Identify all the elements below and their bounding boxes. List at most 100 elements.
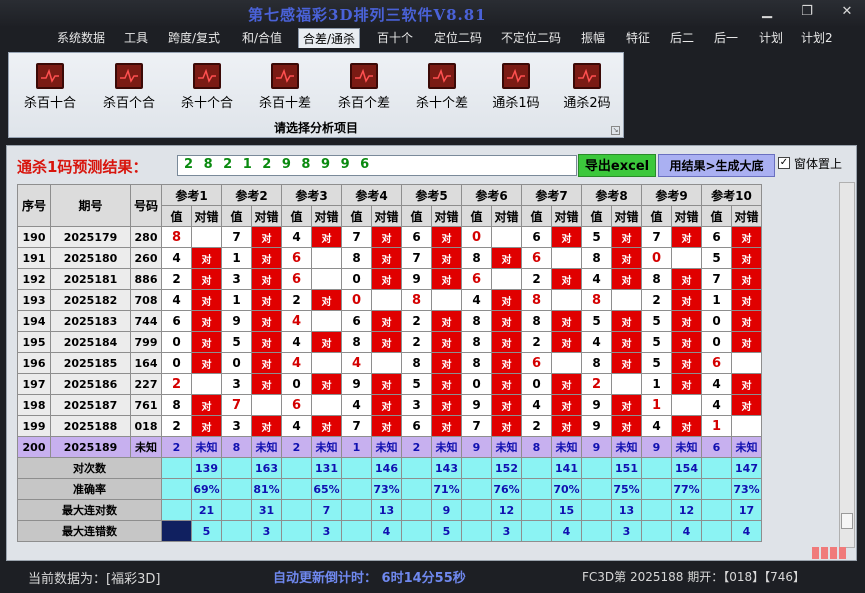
menu-hundreds-tens-units[interactable]: 百十个 [373, 28, 417, 48]
analysis-panel: 通杀1码预测结果： 2 8 2 1 2 9 8 9 9 6 导出excel 用结… [6, 145, 857, 561]
ref-value-cell: 2 [641, 289, 672, 311]
stats-value: 21 [191, 499, 222, 521]
stats-spacer [641, 520, 672, 542]
col-header-ref-5[interactable]: 参考5 [401, 184, 462, 206]
generate-base-button[interactable]: 用结果>生成大底 [658, 154, 775, 177]
menu-positional-two[interactable]: 定位二码 [430, 28, 486, 48]
minimize-icon[interactable]: ▁ [756, 4, 778, 20]
stats-value: 151 [611, 457, 642, 479]
scrollbar-thumb[interactable] [841, 513, 853, 529]
ref-result-cell: 对 [551, 310, 582, 332]
menu-system-data[interactable]: 系统数据 [53, 28, 109, 48]
ref-result-cell: 对 [191, 310, 222, 332]
chart-icon [428, 63, 456, 89]
menu-last-one[interactable]: 后一 [710, 28, 742, 48]
col-header-ref-1[interactable]: 参考1 [161, 184, 222, 206]
table-row[interactable]: 190 2025179 280 8 7 对 4 对 7 对 6 对 0 6 对 5 对 7 对 6 对 [17, 226, 762, 248]
menu-span-compound[interactable]: 跨度/复式 [164, 28, 224, 48]
dialog-launcher-icon[interactable]: ↘ [611, 126, 620, 135]
export-excel-button[interactable]: 导出excel [578, 154, 656, 177]
kill-hundreds-tens-diff-button[interactable]: 杀百十差 [250, 63, 320, 113]
row-number: 164 [130, 352, 162, 374]
ref-result-cell [371, 289, 402, 311]
table-row[interactable]: 196 2025185 164 0 对 0 对 4 4 8 对 8 对 6 8 对 5 对 6 [17, 352, 762, 374]
menu-features[interactable]: 特征 [622, 28, 654, 48]
kill-two-code-button[interactable]: 通杀2码 [552, 63, 622, 113]
ref-value-cell: 9 [401, 268, 432, 290]
ref-result-cell: 对 [371, 226, 402, 248]
col-header-ref-9[interactable]: 参考9 [641, 184, 702, 206]
table-row[interactable]: 199 2025188 018 2 对 3 对 4 对 7 对 6 对 7 对 2 对 9 对 4 对 1 [17, 415, 762, 437]
kill-one-code-button[interactable]: 通杀1码 [481, 63, 551, 113]
ref-result-cell: 对 [431, 310, 462, 332]
ref-result-cell [551, 352, 582, 374]
ref-result-cell: 未知 [731, 436, 762, 458]
vertical-scrollbar[interactable] [839, 182, 855, 548]
col-header-seq[interactable]: 序号 [17, 184, 51, 227]
menu-nonpositional-two[interactable]: 不定位二码 [497, 28, 565, 48]
title-bar: 第七感福彩3D排列三软件V8.81 ▁ ❐ ✕ [0, 0, 865, 26]
col-header-ref-6[interactable]: 参考6 [461, 184, 522, 206]
ref-value-cell: 6 [521, 352, 552, 374]
kill-hundreds-units-diff-button[interactable]: 杀百个差 [329, 63, 399, 113]
prediction-result-field[interactable]: 2 8 2 1 2 9 8 9 9 6 [177, 155, 577, 176]
kill-hundreds-units-sum-button[interactable]: 杀百个合 [94, 63, 164, 113]
ref-result-cell: 对 [431, 247, 462, 269]
menu-tools[interactable]: 工具 [120, 28, 152, 48]
ref-result-cell: 对 [311, 226, 342, 248]
menu-last-two[interactable]: 后二 [666, 28, 698, 48]
stats-spacer [401, 499, 432, 521]
stats-spacer [581, 520, 612, 542]
ref-value-cell: 2 [401, 331, 432, 353]
row-period: 2025179 [50, 226, 131, 248]
ref-value-cell: 8 [641, 268, 672, 290]
ref-value-cell: 1 [221, 289, 252, 311]
col-subheader-result: 对错 [671, 205, 702, 227]
ref-value-cell: 4 [341, 352, 372, 374]
stats-value: 3 [611, 520, 642, 542]
col-header-ref-8[interactable]: 参考8 [581, 184, 642, 206]
col-header-number[interactable]: 号码 [130, 184, 162, 227]
col-subheader-value: 值 [341, 205, 372, 227]
menu-sum-value[interactable]: 和/合值 [238, 28, 286, 48]
stats-value: 17 [731, 499, 762, 521]
table-row[interactable]: 194 2025183 744 6 对 9 对 4 6 对 2 对 8 对 8 对 5 对 5 对 0 对 [17, 310, 762, 332]
kill-tens-units-sum-button[interactable]: 杀十个合 [172, 63, 242, 113]
stay-on-top-checkbox[interactable]: ✓ [778, 157, 790, 169]
table-row[interactable]: 191 2025180 260 4 对 1 对 6 8 对 7 对 8 对 6 8 对 0 5 对 [17, 247, 762, 269]
stats-label: 准确率 [17, 478, 162, 500]
ref-value-cell: 8 [161, 226, 192, 248]
kill-hundreds-tens-sum-button[interactable]: 杀百十合 [15, 63, 85, 113]
menu-plan-2[interactable]: 计划2 [797, 28, 837, 48]
stats-spacer [341, 520, 372, 542]
col-header-ref-4[interactable]: 参考4 [341, 184, 402, 206]
restore-icon[interactable]: ❐ [796, 4, 818, 20]
close-icon[interactable]: ✕ [836, 4, 858, 20]
ref-value-cell: 8 [221, 436, 252, 458]
ref-value-cell: 0 [341, 289, 372, 311]
menu-sumdiff-kill[interactable]: 合差/通杀 [298, 28, 361, 48]
col-header-ref-2[interactable]: 参考2 [221, 184, 282, 206]
col-header-period[interactable]: 期号 [50, 184, 131, 227]
menu-amplitude[interactable]: 振幅 [577, 28, 609, 48]
ref-value-cell: 1 [641, 373, 672, 395]
ref-value-cell: 3 [401, 394, 432, 416]
col-header-ref-3[interactable]: 参考3 [281, 184, 342, 206]
table-row[interactable]: 197 2025186 227 2 3 对 0 对 9 对 5 对 0 对 0 对 2 1 对 4 对 [17, 373, 762, 395]
ref-result-cell: 对 [431, 415, 462, 437]
col-header-ref-10[interactable]: 参考10 [701, 184, 762, 206]
col-header-ref-7[interactable]: 参考7 [521, 184, 582, 206]
table-row[interactable]: 193 2025182 708 4 对 1 对 2 对 0 8 4 对 8 8 2 对 1 对 [17, 289, 762, 311]
table-row[interactable]: 192 2025181 886 2 对 3 对 6 0 对 9 对 6 2 对 4 对 8 对 7 对 [17, 268, 762, 290]
table-row-pending[interactable]: 200 2025189 未知 2 未知 8 未知 2 未知 1 未知 2 未知 9 未知 8 未知 9 未知 9 未知 6… [17, 436, 762, 458]
table-row[interactable]: 195 2025184 799 0 对 5 对 4 对 8 对 2 对 8 对 2 对 4 对 5 对 0 对 [17, 331, 762, 353]
ref-value-cell: 5 [701, 247, 732, 269]
ref-result-cell [191, 226, 222, 248]
ref-result-cell: 对 [491, 310, 522, 332]
menu-plan[interactable]: 计划 [755, 28, 787, 48]
kill-tens-units-diff-button[interactable]: 杀十个差 [407, 63, 477, 113]
ref-value-cell: 0 [641, 247, 672, 269]
ref-value-cell: 5 [641, 352, 672, 374]
table-row[interactable]: 198 2025187 761 8 对 7 6 4 对 3 对 9 对 4 对 9 对 1 4 对 [17, 394, 762, 416]
ref-value-cell: 9 [461, 394, 492, 416]
